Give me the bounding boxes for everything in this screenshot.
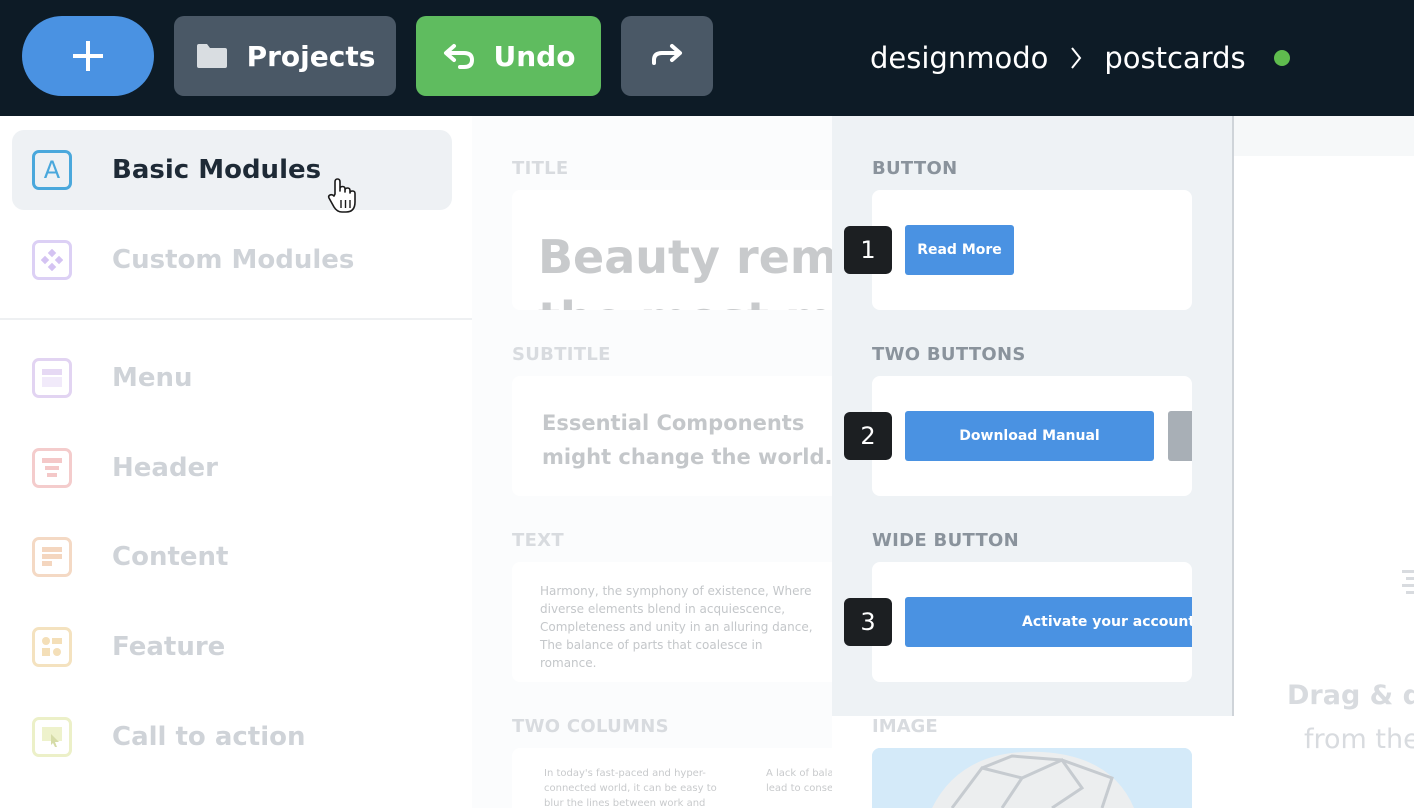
subtitle-section-label: SUBTITLE bbox=[512, 344, 611, 365]
shortcut-badge-2: 2 bbox=[844, 412, 892, 460]
wide-button-section-label: WIDE BUTTON bbox=[872, 530, 1020, 551]
status-dot-icon bbox=[1273, 50, 1290, 66]
sidebar-item-custom-modules[interactable]: Custom Modules bbox=[12, 220, 452, 300]
button-modules-panel: BUTTON Read More TWO BUTTONS Download Ma… bbox=[832, 116, 1232, 716]
title-module-card[interactable]: Beauty remains in the most mundane bbox=[512, 190, 832, 310]
sidebar-item-label: Call to action bbox=[112, 722, 306, 752]
column-2-text: A lack of balance in life can lead to co… bbox=[766, 768, 832, 794]
sidebar-item-label: Basic Modules bbox=[112, 155, 322, 185]
text-module-card[interactable]: Harmony, the symphony of existence, Wher… bbox=[512, 562, 832, 682]
secondary-button[interactable] bbox=[1168, 411, 1192, 461]
column-1-text: In today's fast-paced and hyper-connecte… bbox=[544, 768, 717, 808]
shortcut-badge-1: 1 bbox=[844, 226, 892, 274]
feature-layout-icon bbox=[32, 627, 72, 667]
sidebar-item-basic-modules[interactable]: A Basic Modules bbox=[12, 130, 452, 210]
diamond-grid-icon bbox=[32, 240, 72, 280]
sidebar-item-feature[interactable]: Feature bbox=[12, 607, 452, 687]
two-columns-section-label: TWO COLUMNS bbox=[512, 716, 669, 737]
letter-a-icon: A bbox=[32, 150, 72, 190]
redo-button[interactable] bbox=[621, 16, 713, 96]
sculpture-image bbox=[872, 748, 1192, 808]
title-preview-text: Beauty remains in the most mundane bbox=[538, 230, 832, 310]
activate-account-button[interactable]: Activate your account bbox=[905, 597, 1192, 647]
add-button[interactable] bbox=[22, 16, 154, 96]
undo-arrow-icon bbox=[443, 44, 474, 69]
two-buttons-module-card[interactable]: Download Manual bbox=[872, 376, 1192, 496]
sidebar-item-label: Header bbox=[112, 453, 219, 483]
sidebar-item-label: Menu bbox=[112, 363, 193, 393]
subtitle-module-card[interactable]: Essential Components might change the wo… bbox=[512, 376, 832, 496]
read-more-button[interactable]: Read More bbox=[905, 225, 1014, 275]
plus-icon bbox=[73, 41, 103, 71]
two-buttons-section-label: TWO BUTTONS bbox=[872, 344, 1026, 365]
download-manual-button[interactable]: Download Manual bbox=[905, 411, 1154, 461]
title-section-label: TITLE bbox=[512, 158, 569, 179]
projects-label: Projects bbox=[246, 39, 376, 73]
sidebar-item-header[interactable]: Header bbox=[12, 428, 452, 508]
header-layout-icon bbox=[32, 448, 72, 488]
breadcrumb-project[interactable]: postcards bbox=[1104, 41, 1245, 75]
projects-button[interactable]: Projects bbox=[174, 16, 396, 96]
folder-icon bbox=[196, 44, 227, 68]
sidebar-item-label: Feature bbox=[112, 632, 226, 662]
sidebar-item-content[interactable]: Content bbox=[12, 517, 452, 597]
undo-label: Undo bbox=[493, 39, 576, 73]
hand-pointer-cursor-icon bbox=[327, 178, 356, 213]
content-layout-icon bbox=[32, 537, 72, 577]
letter-a-glyph: A bbox=[43, 156, 61, 184]
menu-layout-icon bbox=[32, 358, 72, 398]
cta-pointer-icon bbox=[32, 717, 72, 757]
canvas-header-strip bbox=[1234, 116, 1414, 156]
editor-canvas[interactable]: Drag & drop from the bbox=[1234, 116, 1414, 808]
text-preview-body: Harmony, the symphony of existence, Wher… bbox=[540, 584, 813, 670]
redo-arrow-icon bbox=[652, 44, 682, 65]
breadcrumb: designmodo postcards bbox=[870, 36, 1290, 80]
sidebar-divider bbox=[0, 318, 472, 320]
drag-drop-title: Drag & drop bbox=[1287, 680, 1414, 711]
top-toolbar: Projects Undo designmodo postcards bbox=[0, 0, 1414, 116]
two-columns-module-card[interactable]: In today's fast-paced and hyper-connecte… bbox=[512, 748, 832, 808]
sidebar-item-call-to-action[interactable]: Call to action bbox=[12, 697, 452, 777]
image-module-card[interactable] bbox=[872, 748, 1192, 808]
text-section-label: TEXT bbox=[512, 530, 564, 551]
chevron-right-icon bbox=[1066, 43, 1086, 73]
button-module-card[interactable]: Read More bbox=[872, 190, 1192, 310]
undo-button[interactable]: Undo bbox=[416, 16, 601, 96]
sidebar-item-menu[interactable]: Menu bbox=[12, 338, 452, 418]
subtitle-preview-text: Essential Components might change the wo… bbox=[542, 411, 832, 469]
wide-button-module-card[interactable]: Activate your account bbox=[872, 562, 1192, 682]
button-section-label: BUTTON bbox=[872, 158, 958, 179]
sidebar-item-label: Content bbox=[112, 542, 229, 572]
drag-handle-icon bbox=[1402, 570, 1414, 594]
module-sidebar: A Basic Modules Custom Modules Menu Head… bbox=[0, 116, 472, 808]
breadcrumb-workspace[interactable]: designmodo bbox=[870, 41, 1048, 75]
image-section-label: IMAGE bbox=[872, 716, 938, 737]
sidebar-item-label: Custom Modules bbox=[112, 245, 355, 275]
drag-drop-subtitle: from the bbox=[1304, 724, 1414, 755]
shortcut-badge-3: 3 bbox=[844, 598, 892, 646]
module-preview-column: TITLE Beauty remains in the most mundane… bbox=[472, 116, 832, 808]
